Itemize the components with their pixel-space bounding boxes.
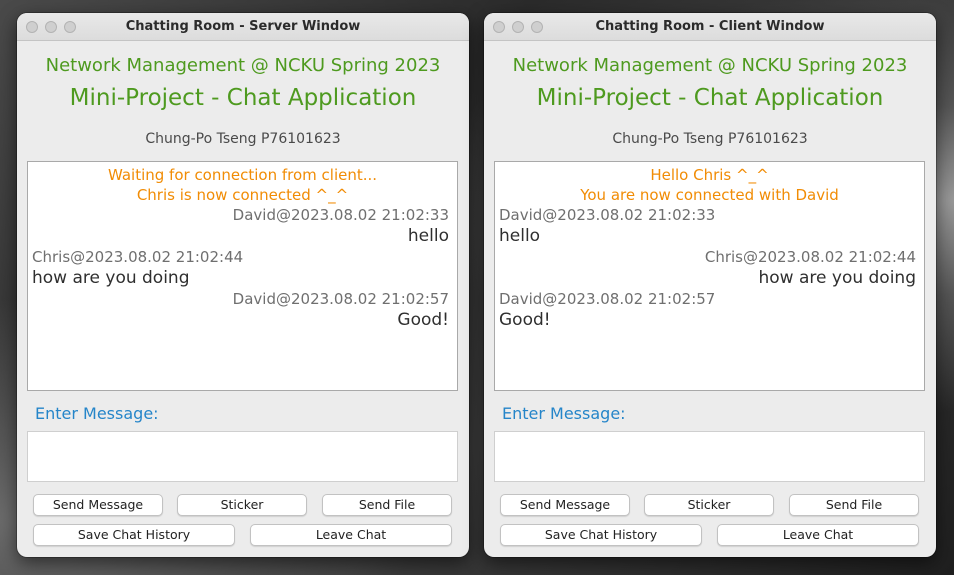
message-header: David@2023.08.02 21:02:33 [232,206,449,224]
enter-message-label: Enter Message: [35,404,159,423]
save-chat-history-button[interactable]: Save Chat History [33,524,235,546]
message-header: Chris@2023.08.02 21:02:44 [32,248,244,266]
message-header: David@2023.08.02 21:02:57 [499,290,716,308]
client-titlebar[interactable]: Chatting Room - Client Window [484,13,936,41]
system-message: You are now connected with David [580,186,839,204]
message-header: David@2023.08.02 21:02:57 [232,290,449,308]
course-heading: Network Management @ NCKU Spring 2023 [45,55,441,76]
message-text: how are you doing [32,268,190,288]
client-window: Chatting Room - Client Window Network Ma… [484,13,936,557]
sticker-button[interactable]: Sticker [644,494,774,516]
window-title: Chatting Room - Client Window [595,19,825,34]
system-message: Chris is now connected ^_^ [136,186,349,204]
leave-chat-button[interactable]: Leave Chat [250,524,452,546]
system-message: Waiting for connection from client... [107,166,378,184]
save-chat-history-button[interactable]: Save Chat History [500,524,702,546]
project-heading: Mini-Project - Chat Application [536,85,884,111]
send-message-button[interactable]: Send Message [500,494,630,516]
message-text: hello [499,226,541,246]
message-text: hello [407,226,449,246]
message-input[interactable] [27,431,458,482]
enter-message-label: Enter Message: [502,404,626,423]
message-text: Good! [397,310,449,330]
window-title: Chatting Room - Server Window [125,19,361,34]
message-text: Good! [499,310,551,330]
project-heading: Mini-Project - Chat Application [69,85,417,111]
chat-history-area[interactable]: Waiting for connection from client... Ch… [27,161,458,391]
send-file-button[interactable]: Send File [789,494,919,516]
author-label: Chung-Po Tseng P76101623 [145,131,341,147]
leave-chat-button[interactable]: Leave Chat [717,524,919,546]
server-window: Chatting Room - Server Window Network Ma… [17,13,469,557]
author-label: Chung-Po Tseng P76101623 [612,131,808,147]
message-text: how are you doing [758,268,917,288]
course-heading: Network Management @ NCKU Spring 2023 [512,55,908,76]
message-input[interactable] [494,431,925,482]
send-message-button[interactable]: Send Message [33,494,163,516]
sticker-button[interactable]: Sticker [177,494,307,516]
server-titlebar[interactable]: Chatting Room - Server Window [17,13,469,41]
system-message: Hello Chris ^_^ [650,166,769,184]
message-header: David@2023.08.02 21:02:33 [499,206,716,224]
chat-history-area[interactable]: Hello Chris ^_^ You are now connected wi… [494,161,925,391]
send-file-button[interactable]: Send File [322,494,452,516]
message-header: Chris@2023.08.02 21:02:44 [704,248,916,266]
